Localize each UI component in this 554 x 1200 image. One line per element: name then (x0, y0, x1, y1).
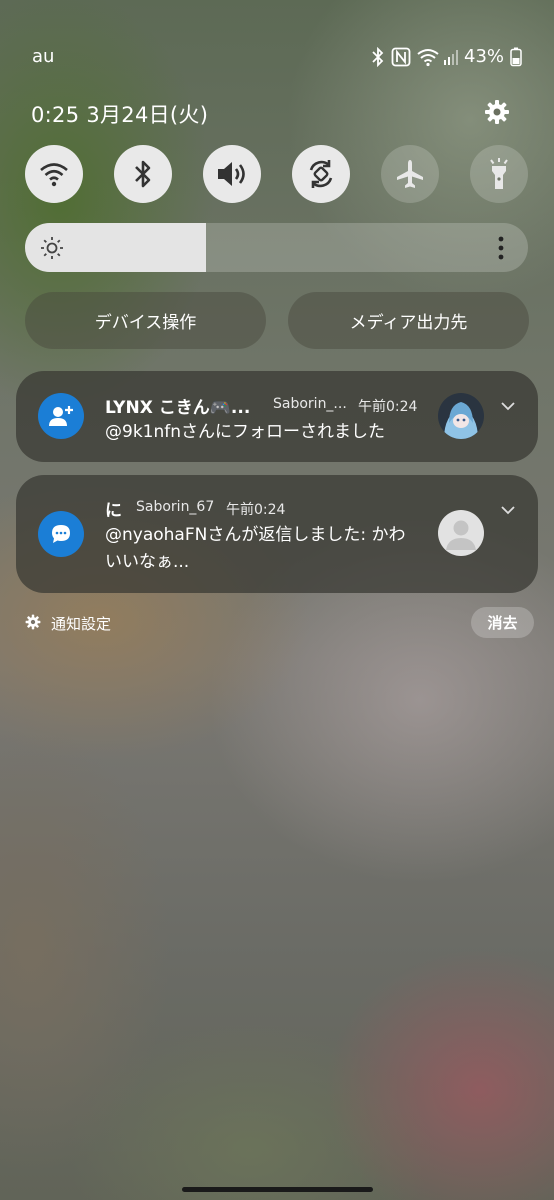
wifi-icon (416, 47, 440, 71)
avatar (438, 393, 484, 439)
brightness-slider[interactable] (25, 223, 528, 272)
notification-card-follow[interactable]: LYNX こきん🎮... Saborin_... 午前0:24 @9k1nfnさ… (16, 371, 538, 462)
notification-body: @9k1nfnさんにフォローされました (105, 422, 386, 442)
notification-title: に (105, 501, 122, 521)
notification-title: LYNX こきん🎮... (105, 398, 251, 418)
chevron-down-icon[interactable] (500, 500, 516, 519)
rotate-icon (309, 160, 333, 188)
nfc-icon (391, 47, 411, 71)
notification-time: 午前0:24 (226, 502, 286, 518)
clear-all-button[interactable]: 消去 (471, 607, 534, 638)
bluetooth-toggle[interactable] (114, 145, 172, 203)
sound-toggle[interactable] (203, 145, 261, 203)
more-options-icon[interactable] (498, 236, 504, 264)
gear-icon[interactable] (484, 99, 510, 129)
flashlight-icon (490, 158, 508, 189)
notification-account: Saborin_... (273, 396, 347, 412)
media-output-button[interactable]: メディア出力先 (288, 292, 529, 349)
notification-card-reply[interactable]: に Saborin_67 午前0:24 @nyaohaFNさんが返信しました: … (16, 475, 538, 593)
auto-rotate-toggle[interactable] (292, 145, 350, 203)
speaker-icon (218, 162, 245, 186)
wifi-icon (40, 163, 68, 187)
follow-icon (38, 393, 84, 439)
sun-icon (40, 236, 64, 264)
device-control-button[interactable]: デバイス操作 (25, 292, 266, 349)
notification-body: @nyaohaFNさんが返信しました: かわいいなぁ... (105, 525, 406, 572)
time-date-label: 0:25 3月24日(火) (31, 103, 209, 127)
notification-time: 午前0:24 (358, 399, 418, 415)
home-indicator[interactable] (182, 1187, 373, 1192)
signal-icon (443, 48, 459, 70)
bluetooth-icon (371, 46, 385, 71)
avatar (438, 510, 484, 556)
airplane-icon (397, 160, 423, 188)
carrier-label: au (32, 46, 55, 67)
reply-bubble-icon (38, 511, 84, 557)
bluetooth-icon (135, 160, 151, 188)
gear-icon (25, 614, 41, 634)
battery-icon (510, 47, 522, 71)
notification-settings-label: 通知設定 (51, 615, 112, 633)
airplane-mode-toggle[interactable] (381, 145, 439, 203)
flashlight-toggle[interactable] (470, 145, 528, 203)
notification-account: Saborin_67 (136, 499, 215, 515)
notification-settings-link[interactable]: 通知設定 (25, 613, 111, 634)
battery-percent: 43% (464, 46, 505, 67)
chevron-down-icon[interactable] (500, 396, 516, 415)
wifi-toggle[interactable] (25, 145, 83, 203)
